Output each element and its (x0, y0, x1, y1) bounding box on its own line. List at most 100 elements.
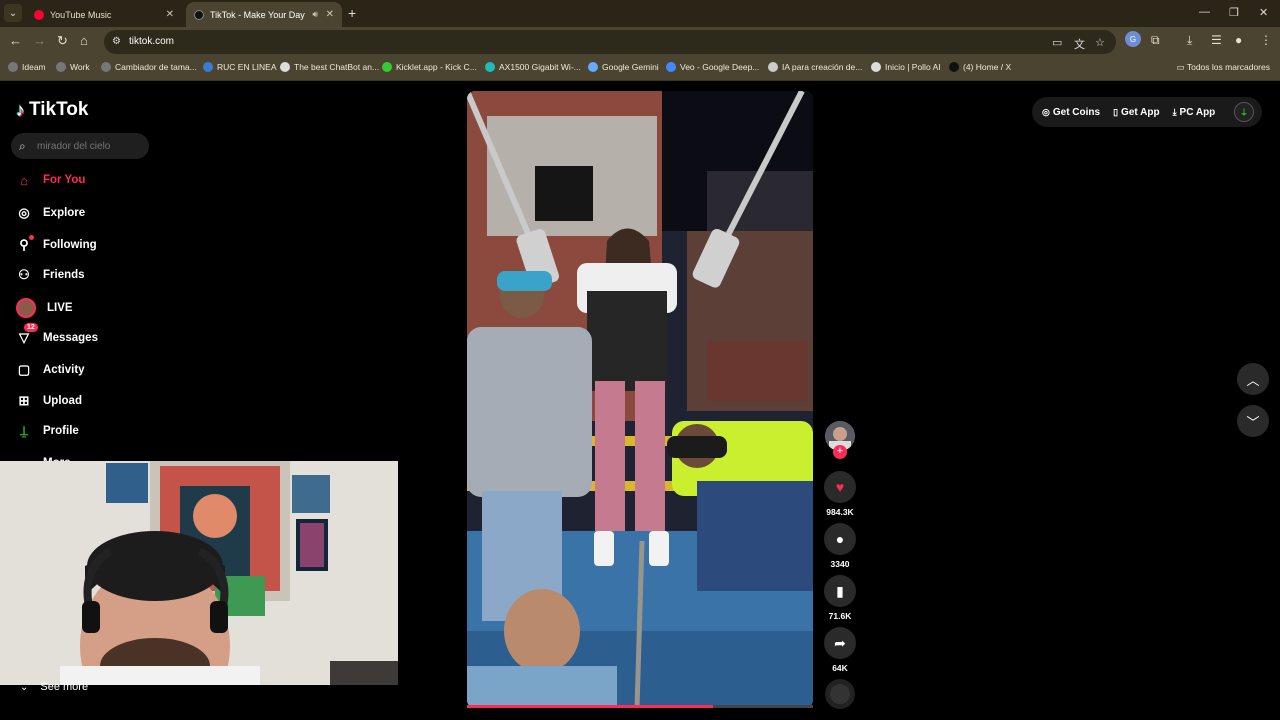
heart-icon: ♥ (835, 479, 845, 495)
video-player[interactable] (467, 91, 813, 708)
share-button[interactable]: ➦ (824, 627, 856, 659)
bookmark-icon: ▮ (836, 582, 844, 599)
speaker-icon[interactable]: 🔊︎ (312, 9, 318, 20)
user-avatar[interactable]: ⍊ (1234, 102, 1254, 122)
comment-button[interactable]: ● (824, 523, 856, 555)
music-disc-icon[interactable] (825, 679, 855, 709)
forward-icon[interactable]: → (33, 34, 46, 48)
tab-youtube-music[interactable]: YouTube Music ✕ (26, 2, 182, 27)
video-frame (467, 91, 813, 708)
previous-video-button[interactable]: ︿ (1237, 363, 1269, 395)
profile-avatar-icon[interactable]: ● (1235, 33, 1242, 47)
messages-icon: ▽ 12 (16, 323, 38, 346)
save-button[interactable]: ▮ (824, 575, 856, 607)
cast-icon[interactable]: ▭ (1052, 36, 1062, 49)
activity-icon: ▢ (17, 362, 31, 377)
comment-count: 3340 (830, 559, 850, 569)
close-window-icon[interactable]: ✕ (1259, 6, 1268, 19)
bookmark-ruc[interactable]: RUC EN LINEA (203, 62, 277, 72)
get-coins-button[interactable]: ◎ Get Coins (1042, 107, 1100, 118)
chevron-up-icon: ︿ (1246, 372, 1260, 388)
back-icon[interactable]: ← (9, 34, 22, 48)
wifi-icon (485, 62, 495, 72)
search-input[interactable] (37, 138, 142, 154)
upload-icon: ⊞ (18, 393, 30, 408)
veo-icon (666, 62, 676, 72)
tiktok-logo[interactable]: ♪ TikTok (16, 99, 88, 121)
nav-activity[interactable]: ▢ Activity (16, 362, 85, 378)
follow-plus-button[interactable]: + (833, 445, 847, 459)
pc-app-button[interactable]: ⤓ PC App (1173, 107, 1216, 118)
bookmark-chatbot[interactable]: The best ChatBot an... (280, 62, 379, 72)
bookmark-kicklet[interactable]: Kicklet.app - Kick C... (382, 62, 477, 72)
p-icon (871, 62, 881, 72)
nav-explore[interactable]: ◎ Explore (16, 205, 85, 221)
bookmarks-bar: Ideam Work Cambiador de tama... RUC EN L… (0, 57, 1280, 81)
nav-profile[interactable]: ⍊ Profile (16, 423, 79, 439)
bookmark-ax1500[interactable]: AX1500 Gigabit Wi-... (485, 62, 581, 72)
youtube-music-icon (34, 9, 44, 20)
close-tab-icon[interactable]: ✕ (166, 9, 174, 20)
cloud-icon (203, 62, 213, 72)
restore-icon[interactable]: ❐ (1229, 6, 1239, 19)
bookmark-ia[interactable]: IA para creación de... (768, 62, 862, 72)
like-button[interactable]: ♥ (824, 471, 856, 503)
bookmark-pollo[interactable]: Inicio | Pollo AI (871, 62, 941, 72)
reading-list-icon[interactable]: ☰ (1211, 33, 1222, 47)
reload-icon[interactable]: ↻ (57, 34, 68, 48)
browser-tab-bar: ⌄ YouTube Music ✕ TikTok - Make Your Day… (0, 0, 1280, 27)
minimize-icon[interactable]: — (1199, 6, 1210, 18)
tab-search-button[interactable]: ⌄ (4, 4, 22, 22)
new-tab-button[interactable]: + (348, 6, 356, 20)
menu-icon[interactable]: ⋮ (1260, 33, 1272, 47)
video-progress-fill (467, 705, 713, 708)
share-icon: ➦ (834, 634, 846, 651)
live-avatar-icon (16, 298, 36, 318)
tiktok-page: ♪ TikTok ⌕ ⌂For You ◎Explore ⚲Following … (0, 81, 1280, 720)
browser-toolbar: ← → ↻ ⌂ ⚙ tiktok.com ▭ 文 ☆ G ⧉ ⤓ ☰ ● ⋮ (0, 27, 1280, 57)
home-icon[interactable]: ⌂ (80, 34, 88, 48)
nav-messages[interactable]: ▽ 12 Messages (16, 323, 98, 346)
tab-title: TikTok - Make Your Day (210, 9, 305, 20)
bookmark-gemini[interactable]: Google Gemini (588, 62, 659, 72)
bookmark-veo[interactable]: Veo - Google Deep... (666, 62, 759, 72)
video-progress-bar[interactable] (467, 705, 813, 708)
close-tab-icon[interactable]: ✕ (326, 9, 334, 20)
following-icon: ⚲ (16, 235, 34, 253)
nav-for-you[interactable]: ⌂ For You (16, 172, 85, 188)
bookmark-x[interactable]: (4) Home / X (949, 62, 1011, 72)
nav-friends[interactable]: ⚇ Friends (16, 267, 84, 283)
next-video-button[interactable]: ﹀ (1237, 405, 1269, 437)
address-bar[interactable]: ⚙ tiktok.com ▭ 文 ☆ (104, 30, 1116, 54)
bookmark-work[interactable]: Work (56, 62, 90, 72)
chevron-down-icon: ⌄ (20, 681, 29, 693)
extensions-icon[interactable]: ⧉ (1151, 33, 1160, 48)
extension-avatar-icon[interactable]: G (1125, 31, 1141, 47)
webcam-overlay (0, 461, 398, 685)
url-text[interactable]: tiktok.com (129, 36, 174, 47)
get-app-button[interactable]: ▯ Get App (1113, 107, 1159, 118)
home-icon: ⌂ (20, 172, 28, 188)
search-box[interactable]: ⌕ (11, 133, 149, 159)
globe-icon (56, 62, 66, 72)
star-icon[interactable]: ☆ (1095, 36, 1105, 49)
nav-upload[interactable]: ⊞ Upload (16, 393, 82, 409)
all-bookmarks-button[interactable]: ▭ Todos los marcadores (1177, 62, 1270, 73)
save-count: 71.6K (828, 611, 852, 621)
friends-icon: ⚇ (18, 267, 30, 282)
tab-tiktok[interactable]: TikTok - Make Your Day 🔊︎ ✕ (186, 2, 342, 27)
compass-icon: ◎ (18, 205, 30, 220)
tiktok-favicon-icon (194, 9, 204, 20)
bookmark-icon (8, 62, 18, 72)
download-icon[interactable]: ⤓ (1187, 33, 1192, 48)
bookmark-ideam[interactable]: Ideam (8, 62, 46, 72)
translate-icon[interactable]: 文 (1074, 36, 1085, 52)
bookmark-cambiador[interactable]: Cambiador de tama... (101, 62, 197, 72)
see-more-button[interactable]: ⌄ See more (20, 681, 88, 693)
coin-icon: ◎ (1042, 106, 1050, 117)
site-info-icon[interactable]: ⚙ (112, 36, 121, 47)
x-icon (949, 62, 959, 72)
share-count: 64K (832, 663, 848, 673)
nav-following[interactable]: ⚲ Following (16, 235, 97, 253)
nav-live[interactable]: LIVE (16, 298, 73, 318)
